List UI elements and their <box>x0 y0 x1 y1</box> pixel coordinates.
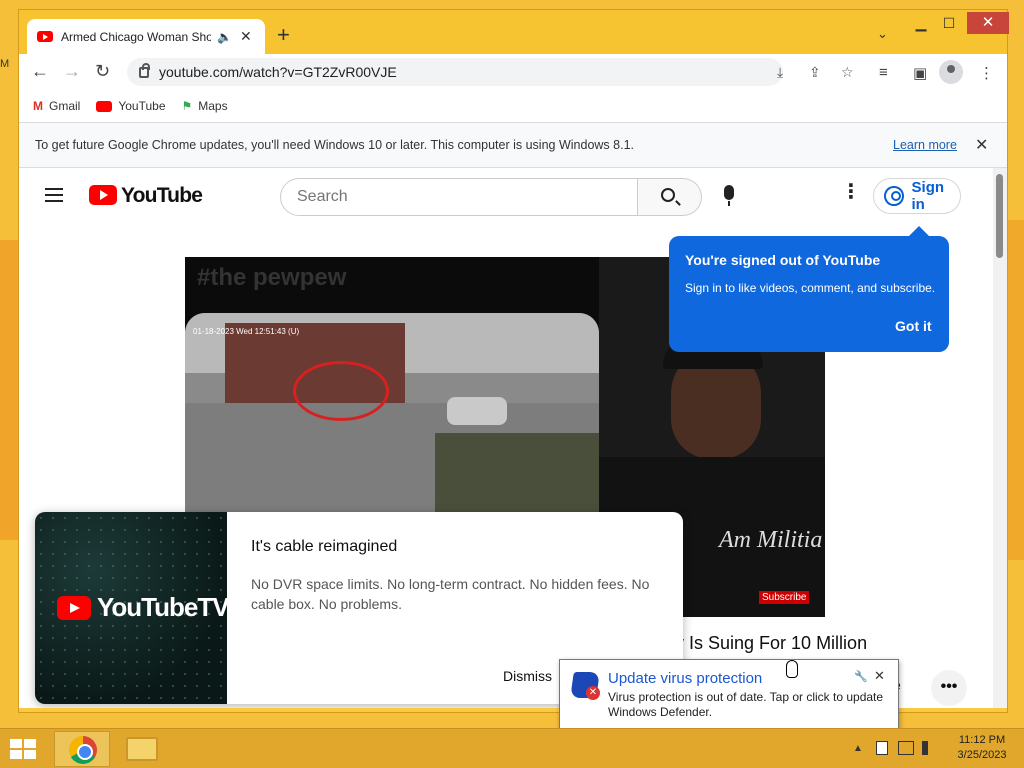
desktop-stripe-left <box>0 240 18 540</box>
video-watermark: #the pewpew <box>197 264 347 291</box>
chrome-menu-icon[interactable]: ⋮ <box>979 64 994 82</box>
youtube-logo-text[interactable]: YouTube <box>121 184 203 208</box>
action-center-flag-icon[interactable] <box>876 741 888 755</box>
sign-in-label: Sign in <box>911 179 945 213</box>
youtube-icon <box>96 100 113 112</box>
infobar-close-icon[interactable]: ✕ <box>975 135 988 155</box>
bookmark-star-icon[interactable]: ☆ <box>841 64 854 81</box>
sign-in-button[interactable]: Sign in <box>873 178 961 214</box>
system-clock[interactable]: 11:12 PM 3/25/2023 <box>950 733 1014 763</box>
menu-icon[interactable] <box>45 188 63 202</box>
error-badge-icon: ✕ <box>586 686 600 700</box>
back-button[interactable]: ← <box>31 61 49 81</box>
signed-out-tooltip: You're signed out of YouTube Sign in to … <box>669 226 949 352</box>
clock-time: 11:12 PM <box>958 734 1006 746</box>
close-window-button[interactable]: ✕ <box>967 12 1009 34</box>
youtube-favicon-icon <box>37 31 53 42</box>
settings-kebab-icon[interactable]: ⋮ <box>841 182 861 202</box>
maximize-button[interactable]: ☐ <box>937 12 961 34</box>
chrome-icon <box>69 736 97 764</box>
url-text[interactable]: youtube.com/watch?v=GT2ZvR00VJE <box>159 64 397 80</box>
page-scrollbar[interactable] <box>993 168 1007 708</box>
lock-icon[interactable] <box>139 62 150 78</box>
shirt-text: Am Militia <box>719 527 823 553</box>
ad-title: It's cable reimagined <box>251 538 398 555</box>
address-bar[interactable]: youtube.com/watch?v=GT2ZvR00VJE <box>127 58 783 86</box>
cam-car <box>447 397 507 425</box>
speaker-icon[interactable]: 🔈 <box>217 30 232 44</box>
tab-search-chevron-icon[interactable]: ⌄ <box>877 26 888 42</box>
scrollbar-thumb[interactable] <box>996 174 1003 258</box>
browser-toolbar: ← → ↻ youtube.com/watch?v=GT2ZvR00VJE ⤓ … <box>19 54 1007 90</box>
network-icon[interactable] <box>898 741 914 755</box>
bookmark-youtube[interactable]: YouTube <box>96 99 166 113</box>
start-button[interactable] <box>10 739 38 761</box>
video-title: y Is Suing For 10 Million <box>675 633 868 653</box>
red-circle-annotation <box>293 361 389 421</box>
share-icon[interactable]: ⇪ <box>809 64 821 81</box>
windows-logo-pane <box>10 739 22 748</box>
browser-tab[interactable]: Armed Chicago Woman Sho 🔈 ✕ <box>27 19 265 54</box>
got-it-button[interactable]: Got it <box>895 318 932 334</box>
bookmark-gmail[interactable]: M Gmail <box>33 99 80 113</box>
file-explorer-icon[interactable] <box>126 737 158 761</box>
install-icon[interactable]: ⤓ <box>777 64 783 81</box>
youtube-logo-icon[interactable] <box>89 185 117 205</box>
reload-button[interactable]: ↻ <box>95 61 110 81</box>
notification-body[interactable]: Virus protection is out of date. Tap or … <box>608 690 898 720</box>
side-panel-icon[interactable]: ▣ <box>913 64 927 82</box>
maps-icon: ⚑ <box>181 99 193 113</box>
cam-timestamp: 01-18-2023 Wed 12:51:43 (U) <box>193 327 300 336</box>
minimize-button[interactable]: ▁ <box>909 12 933 34</box>
learn-more-link[interactable]: Learn more <box>893 138 957 152</box>
bookmark-label: Maps <box>198 99 228 113</box>
notification-title[interactable]: Update virus protection <box>608 670 762 687</box>
ad-image: YouTubeTV <box>35 512 230 704</box>
forward-button[interactable]: → <box>63 61 81 81</box>
windows-logo-pane <box>10 750 22 759</box>
bookmark-label: YouTube <box>118 99 166 113</box>
defender-notification[interactable]: ✕ Update virus protection Virus protecti… <box>559 659 899 738</box>
reading-list-icon[interactable]: ≡ <box>879 64 888 81</box>
clock-date: 3/25/2023 <box>957 749 1007 761</box>
microphone-icon[interactable] <box>724 185 734 206</box>
tooltip-body: Sign in to like videos, comment, and sub… <box>685 281 936 295</box>
search-icon <box>661 188 675 202</box>
taskbar-chrome[interactable] <box>54 731 110 767</box>
tray-overflow-icon[interactable]: ▲ <box>853 743 863 754</box>
youtube-tv-logo-icon <box>57 596 91 620</box>
taskbar: ▲ 11:12 PM 3/25/2023 <box>0 728 1024 768</box>
search-input[interactable] <box>280 178 638 216</box>
search-button[interactable] <box>638 178 702 216</box>
volume-muted-icon[interactable] <box>922 741 936 755</box>
profile-avatar[interactable] <box>939 60 963 84</box>
windows-logo-pane <box>24 750 36 759</box>
desktop-edge-text: M <box>0 58 10 70</box>
tab-title: Armed Chicago Woman Sho <box>61 29 211 44</box>
tooltip-title: You're signed out of YouTube <box>685 252 881 268</box>
windows-logo-pane <box>24 739 36 748</box>
ad-description: No DVR space limits. No long-term contra… <box>251 576 650 612</box>
subscribe-watermark: Subscribe <box>759 591 810 604</box>
hand-cursor-icon <box>786 660 798 678</box>
bookmark-label: Gmail <box>49 99 81 113</box>
youtube-page: YouTube ⋮ Sign in #the pewpew 01-18-2023… <box>19 168 993 708</box>
dismiss-button[interactable]: Dismiss <box>503 668 552 684</box>
youtube-tv-logo-text: YouTubeTV <box>97 592 230 622</box>
wrench-icon[interactable]: 🔧 <box>854 670 868 683</box>
tab-close-icon[interactable]: ✕ <box>240 28 252 45</box>
notification-close-icon[interactable]: ✕ <box>874 668 885 684</box>
bookmark-maps[interactable]: ⚑ Maps <box>182 99 228 113</box>
more-actions-button[interactable]: ••• <box>931 670 967 706</box>
gmail-icon: M <box>33 99 43 113</box>
chrome-window: Armed Chicago Woman Sho 🔈 ✕ + ⌄ ▁ ☐ ✕ ← … <box>18 9 1009 713</box>
infobar-message: To get future Google Chrome updates, you… <box>35 138 634 152</box>
title-bar: Armed Chicago Woman Sho 🔈 ✕ + ⌄ ▁ ☐ ✕ <box>19 10 1009 54</box>
new-tab-button[interactable]: + <box>277 24 290 46</box>
update-infobar: To get future Google Chrome updates, you… <box>19 122 1007 168</box>
bookmarks-bar: M Gmail YouTube ⚑ Maps <box>19 90 1007 122</box>
security-camera-footage: 01-18-2023 Wed 12:51:43 (U) <box>185 313 599 533</box>
account-icon <box>884 186 904 206</box>
